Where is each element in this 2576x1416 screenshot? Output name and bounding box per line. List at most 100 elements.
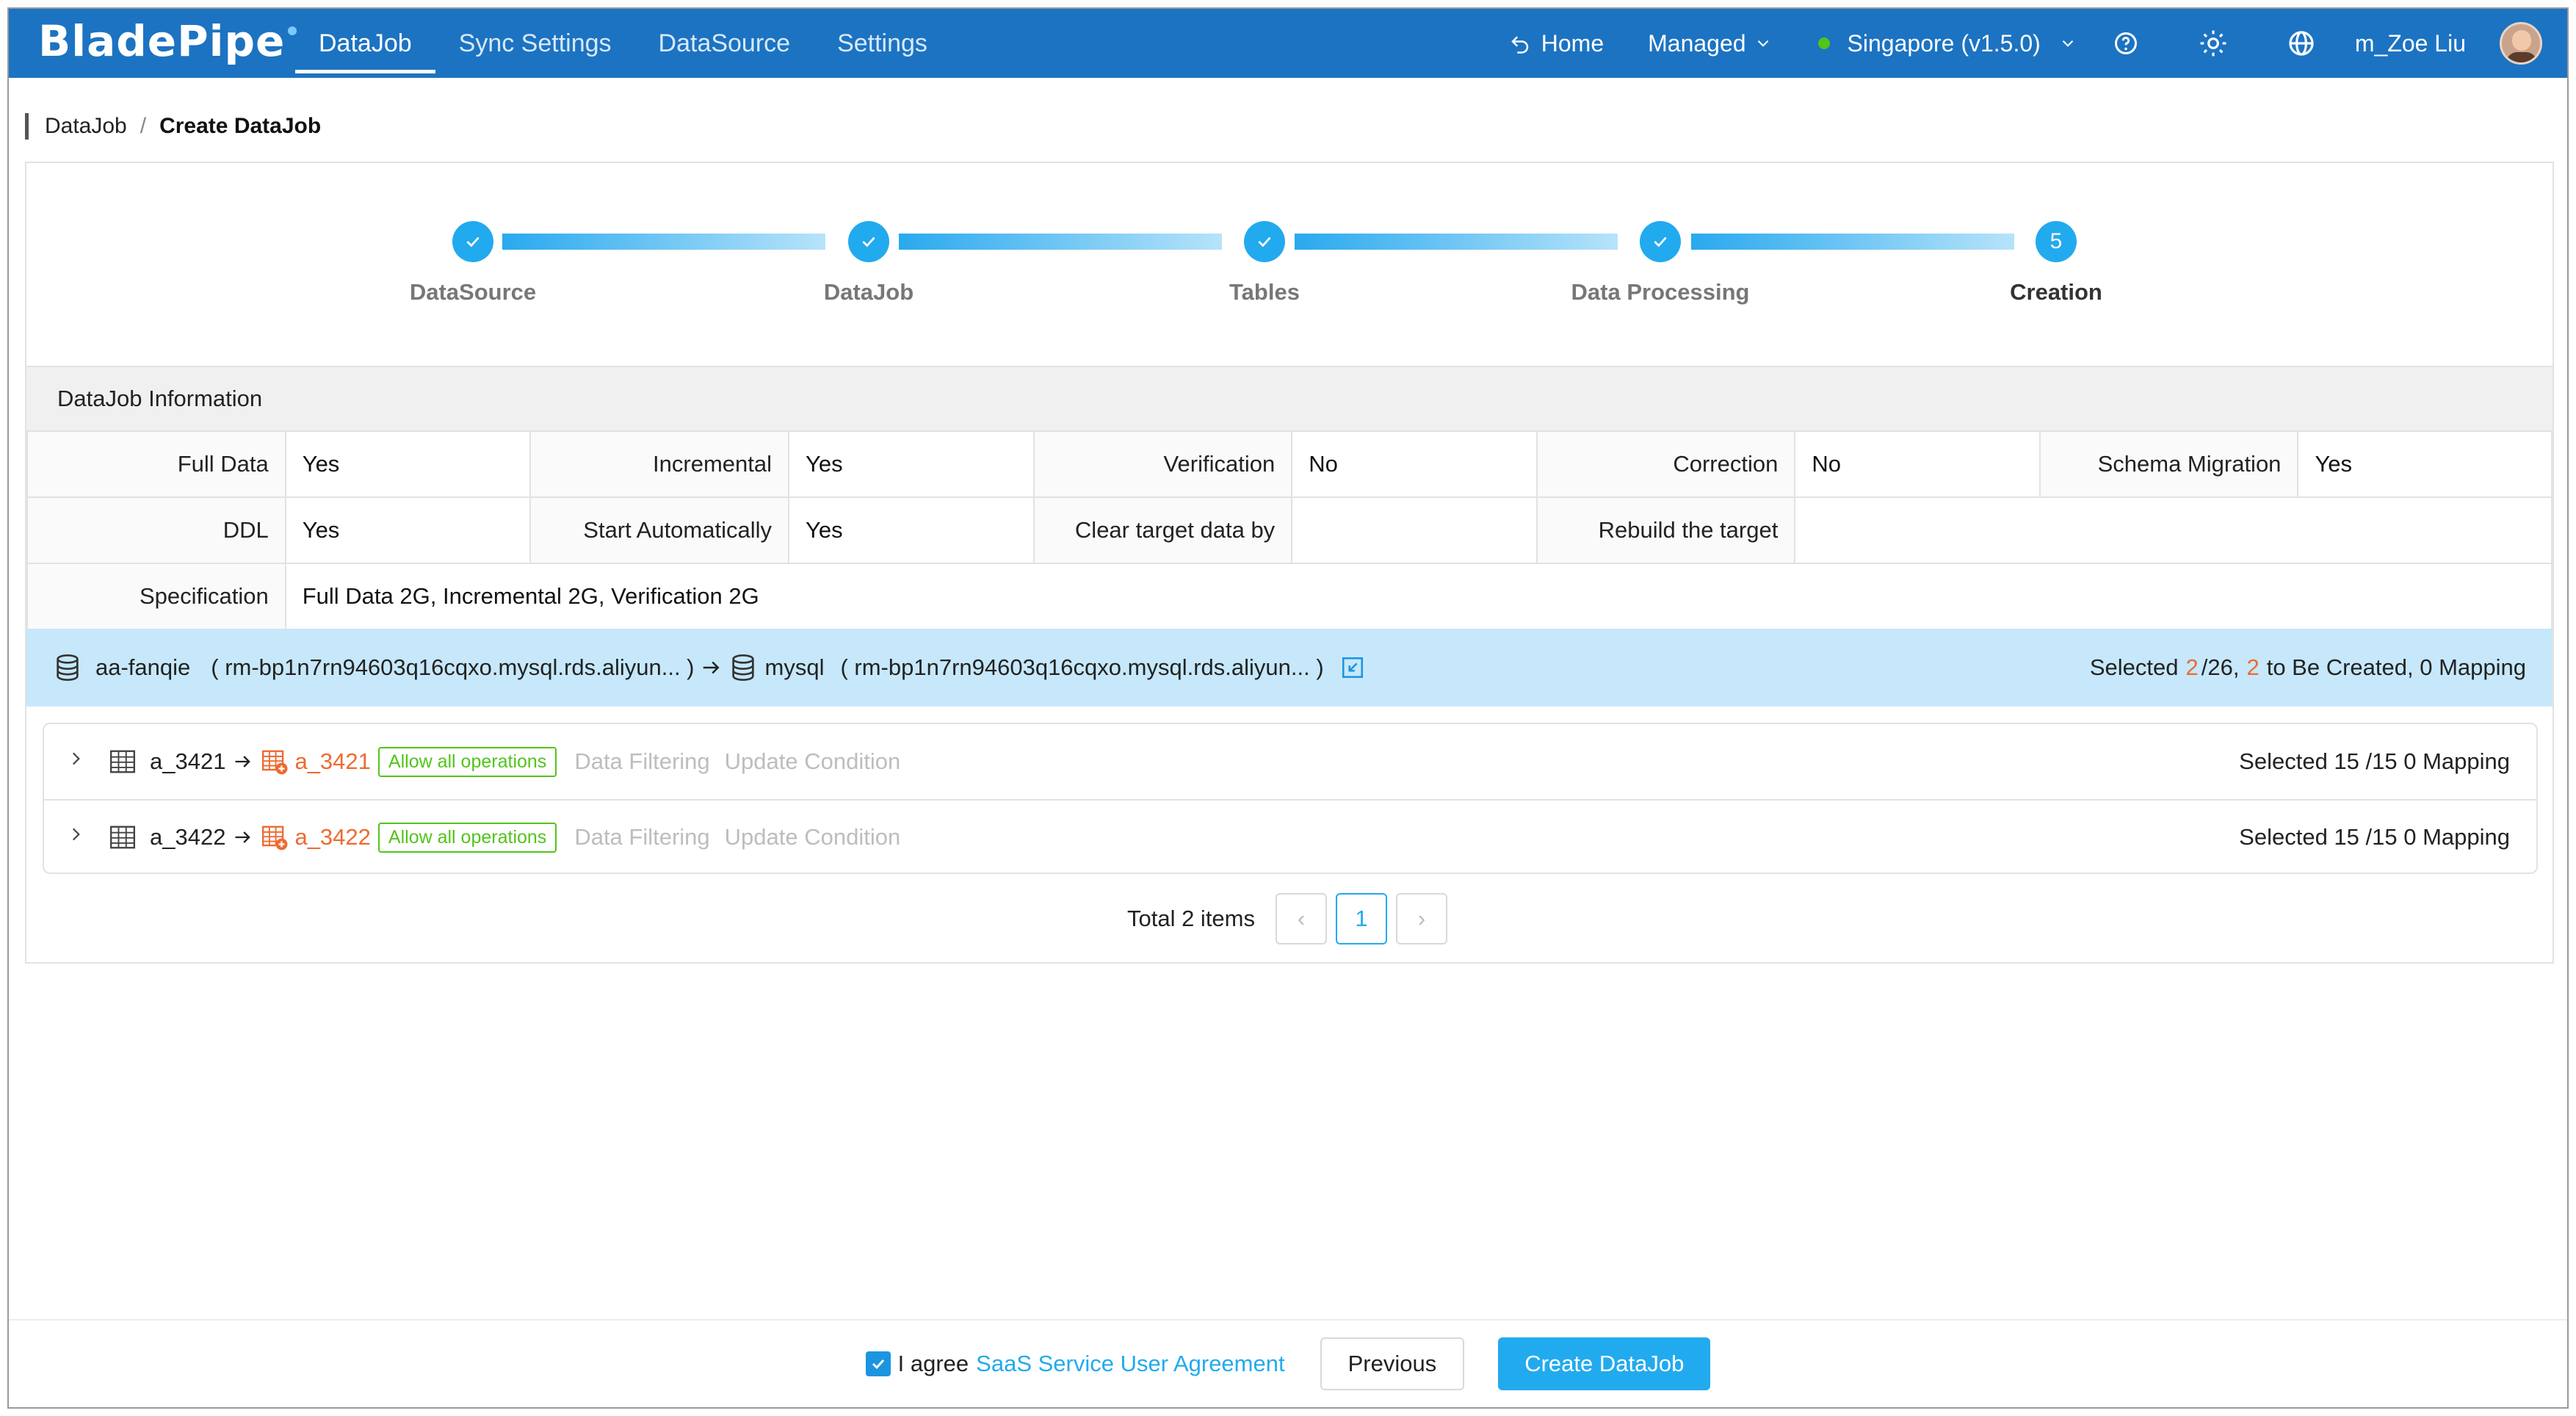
info-value: Yes bbox=[284, 430, 532, 498]
wizard-steps: 5 DataSource DataJob Tables Data Process… bbox=[26, 163, 2553, 354]
step-label-datajob: DataJob bbox=[823, 279, 914, 305]
home-link[interactable]: Home bbox=[1509, 30, 1604, 57]
info-value: Yes bbox=[788, 430, 1035, 498]
operations-tag[interactable]: Allow all operations bbox=[377, 746, 557, 777]
info-value: Full Data 2G, Incremental 2G, Verificati… bbox=[284, 563, 2553, 630]
breadcrumb-parent[interactable]: DataJob bbox=[45, 114, 127, 139]
new-table-icon bbox=[262, 826, 288, 850]
prev-page-button[interactable]: ‹ bbox=[1276, 893, 1327, 944]
step-3-check-icon bbox=[1244, 221, 1285, 262]
step-connector bbox=[1295, 234, 1618, 250]
step-connector bbox=[502, 234, 825, 250]
next-page-button[interactable]: › bbox=[1396, 893, 1447, 944]
info-value: Yes bbox=[788, 496, 1035, 564]
arrow-right-icon bbox=[235, 756, 251, 767]
info-key: Start Automatically bbox=[529, 496, 789, 564]
page-1-button[interactable]: 1 bbox=[1336, 893, 1387, 944]
data-filtering-link[interactable]: Data Filtering bbox=[574, 824, 709, 850]
info-value: No bbox=[1794, 430, 2041, 498]
nav-sync-settings[interactable]: Sync Settings bbox=[435, 9, 635, 78]
info-value: No bbox=[1291, 430, 1538, 498]
datajob-info-title: DataJob Information bbox=[26, 366, 2553, 430]
edit-mapping-icon[interactable] bbox=[1340, 655, 1365, 680]
pagination-total: Total 2 items bbox=[1126, 906, 1255, 931]
source-name: aa-fanqie bbox=[95, 654, 191, 680]
region-dropdown[interactable]: Singapore (v1.5.0) bbox=[1817, 30, 2077, 57]
info-value: Yes bbox=[284, 496, 532, 564]
checkmark-icon bbox=[872, 1359, 884, 1370]
footer-actions: I agree SaaS Service User Agreement Prev… bbox=[9, 1319, 2567, 1407]
operations-tag[interactable]: Allow all operations bbox=[377, 822, 557, 853]
mode-dropdown[interactable]: Managed bbox=[1648, 30, 1772, 57]
user-name[interactable]: m_Zoe Liu bbox=[2355, 30, 2466, 57]
target-table-name: a_3422 bbox=[294, 824, 371, 850]
previous-button[interactable]: Previous bbox=[1320, 1337, 1465, 1390]
new-table-icon bbox=[262, 750, 288, 775]
table-row: a_3422 a_3422 Allow all operations Data … bbox=[44, 799, 2536, 874]
breadcrumb-current: Create DataJob bbox=[159, 114, 322, 138]
table-mapping-list: a_3421 a_3421 Allow all operations Data … bbox=[43, 723, 2538, 874]
chevron-down-icon bbox=[2062, 40, 2074, 47]
globe-icon bbox=[2289, 31, 2314, 56]
online-status-dot bbox=[1817, 37, 1830, 49]
info-key: Specification bbox=[26, 563, 286, 630]
to-create-count: 2 bbox=[2246, 654, 2260, 680]
source-table-name: a_3422 bbox=[150, 824, 226, 850]
info-key: Verification bbox=[1032, 430, 1293, 498]
row-summary: Selected 15 /15 0 Mapping bbox=[2239, 748, 2510, 774]
mode-label: Managed bbox=[1648, 29, 1746, 57]
arrow-right-icon bbox=[703, 661, 720, 674]
target-name: mysql bbox=[764, 654, 825, 680]
avatar[interactable] bbox=[2500, 22, 2542, 65]
nav-datajob[interactable]: DataJob bbox=[295, 9, 435, 78]
step-label-creation: Creation bbox=[2010, 279, 2102, 305]
breadcrumb-separator: / bbox=[140, 114, 147, 138]
info-key: Full Data bbox=[26, 430, 286, 498]
sun-icon bbox=[2200, 30, 2226, 57]
help-icon bbox=[2114, 32, 2137, 54]
breadcrumb-marker bbox=[25, 113, 29, 140]
nav-datasource[interactable]: DataSource bbox=[635, 9, 814, 78]
datajob-info-table: Full Data Yes Incremental Yes Verificati… bbox=[26, 430, 2553, 630]
expand-chevron-icon[interactable] bbox=[66, 825, 95, 850]
expand-chevron-icon[interactable] bbox=[66, 749, 95, 774]
info-key: Schema Migration bbox=[2038, 430, 2299, 498]
top-navbar: BladePipe DataJob Sync Settings DataSour… bbox=[9, 9, 2567, 78]
info-value bbox=[1291, 496, 1538, 564]
summary-prefix: Selected bbox=[2089, 654, 2179, 680]
data-filtering-link[interactable]: Data Filtering bbox=[574, 748, 709, 775]
create-datajob-button[interactable]: Create DataJob bbox=[1498, 1337, 1711, 1390]
info-key: Rebuild the target bbox=[1535, 496, 1796, 564]
info-row: Full Data Yes Incremental Yes Verificati… bbox=[26, 430, 2553, 498]
app-logo[interactable]: BladePipe bbox=[38, 16, 297, 66]
table-icon bbox=[109, 826, 136, 849]
agree-checkbox[interactable] bbox=[865, 1351, 891, 1376]
info-value: Yes bbox=[2297, 430, 2553, 498]
update-condition-link[interactable]: Update Condition bbox=[725, 748, 901, 775]
step-label-datasource: DataSource bbox=[409, 279, 537, 305]
nav-settings[interactable]: Settings bbox=[814, 9, 951, 78]
language-button[interactable] bbox=[2287, 29, 2326, 57]
info-value bbox=[1794, 496, 2553, 564]
help-button[interactable] bbox=[2113, 30, 2149, 57]
selected-count: 2 bbox=[2185, 654, 2199, 680]
step-5-number: 5 bbox=[2036, 221, 2077, 262]
database-icon bbox=[731, 654, 754, 682]
chevron-down-icon bbox=[1757, 40, 1768, 47]
target-table-name: a_3421 bbox=[294, 748, 371, 774]
top-right-controls: Home Managed Singapore (v1.5.0) m_Zoe Li… bbox=[1509, 9, 2567, 78]
breadcrumb: DataJob / Create DataJob bbox=[25, 113, 321, 140]
info-key: Correction bbox=[1535, 430, 1796, 498]
agreement-link[interactable]: SaaS Service User Agreement bbox=[976, 1351, 1284, 1377]
update-condition-link[interactable]: Update Condition bbox=[725, 824, 901, 850]
theme-toggle[interactable] bbox=[2199, 29, 2237, 57]
step-label-data-processing: Data Processing bbox=[1571, 279, 1750, 305]
pagination: Total 2 items ‹ 1 › bbox=[26, 893, 2553, 944]
source-table-name: a_3421 bbox=[150, 748, 226, 774]
table-row: a_3421 a_3421 Allow all operations Data … bbox=[44, 724, 2536, 799]
create-datajob-panel: 5 DataSource DataJob Tables Data Process… bbox=[25, 162, 2554, 964]
source-host: ( rm-bp1n7rn94603q16cqxo.mysql.rds.aliyu… bbox=[211, 654, 695, 680]
info-row: Specification Full Data 2G, Incremental … bbox=[26, 563, 2553, 630]
main-nav: DataJob Sync Settings DataSource Setting… bbox=[295, 9, 951, 78]
summary-suffix: to Be Created, 0 Mapping bbox=[2266, 654, 2526, 680]
